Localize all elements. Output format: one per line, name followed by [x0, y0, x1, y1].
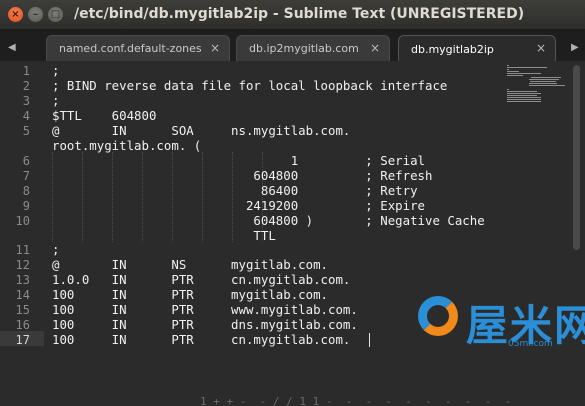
tab-label: named.conf.default-zones — [59, 42, 202, 55]
line-number: 5 — [22, 124, 30, 138]
code-line: $TTL 604800 — [52, 108, 157, 123]
vertical-scrollbar[interactable] — [573, 65, 580, 250]
minimize-window-button[interactable]: – — [28, 7, 43, 22]
code-line: ; BIND reverse data file for local loopb… — [52, 78, 448, 93]
line-number: 15 — [15, 303, 30, 317]
code-line: ; — [52, 242, 60, 257]
line-number: 4 — [22, 109, 30, 123]
line-number: 10 — [15, 214, 30, 228]
line-number: 7 — [22, 169, 30, 183]
code-line: @ IN NS mygitlab.com. — [52, 257, 329, 272]
line-number: 12 — [15, 258, 30, 272]
tab-scroll-left-icon[interactable]: ◀ — [8, 42, 16, 53]
code-line: ; — [52, 63, 60, 78]
line-number: 14 — [15, 288, 30, 302]
tab-label: db.ip2mygitlab.com — [249, 42, 359, 55]
close-window-button[interactable]: × — [8, 7, 23, 22]
watermark-logo-icon — [418, 296, 458, 336]
code-line-wrapped: root.mygitlab.com. ( — [52, 138, 202, 153]
line-number-current: 17 — [15, 333, 30, 347]
code-line-current: 100 IN PTR cn.mygitlab.com. — [52, 332, 351, 347]
code-line: 86400 ; Retry — [52, 183, 418, 198]
line-number: 3 — [22, 94, 30, 108]
line-number: 8 — [22, 184, 30, 198]
line-number: 1 — [22, 64, 30, 78]
close-icon: × — [11, 8, 20, 20]
tab-db-ip2mygitlab-com[interactable]: db.ip2mygitlab.com × — [236, 35, 390, 61]
text-cursor — [369, 333, 370, 347]
code-line: 604800 ) ; Negative Cache — [52, 213, 485, 228]
line-number: 16 — [15, 318, 30, 332]
line-number: 11 — [15, 243, 30, 257]
maximize-icon: □ — [50, 8, 61, 20]
minimap[interactable] — [505, 63, 569, 103]
tab-bar: ◀ named.conf.default-zones × db.ip2mygit… — [0, 30, 585, 62]
code-line: 100 IN PTR mygitlab.com. — [52, 287, 329, 302]
code-line: 604800 ; Refresh — [52, 168, 433, 183]
title-bar: × – □ /etc/bind/db.mygitlab2ip - Sublime… — [0, 0, 585, 30]
line-number: 6 — [22, 154, 30, 168]
code-line: 100 IN PTR dns.mygitlab.com. — [52, 317, 358, 332]
line-number: 2 — [22, 79, 30, 93]
tab-scroll-right-icon[interactable]: ▶ — [571, 42, 579, 53]
tab-close-icon[interactable]: × — [536, 41, 546, 55]
window-title: /etc/bind/db.mygitlab2ip - Sublime Text … — [74, 6, 525, 22]
tab-close-icon[interactable]: × — [210, 41, 220, 55]
tab-close-icon[interactable]: × — [370, 41, 380, 55]
code-line: @ IN SOA ns.mygitlab.com. — [52, 123, 351, 138]
code-line: 2419200 ; Expire — [52, 198, 425, 213]
line-number-gutter: 1 2 3 4 5 6 7 8 9 10 11 12 13 14 15 16 1… — [0, 61, 44, 406]
code-line: 1 ; Serial — [52, 153, 425, 168]
watermark-url: 05mi.com — [508, 339, 553, 349]
minimize-icon: – — [33, 8, 38, 20]
tab-named-conf-default-zones[interactable]: named.conf.default-zones × — [46, 35, 230, 61]
tab-label: db.mygitlab2ip — [411, 42, 494, 56]
line-number: 9 — [22, 199, 30, 213]
maximize-window-button[interactable]: □ — [48, 7, 63, 22]
code-line: 100 IN PTR www.mygitlab.com. — [52, 302, 358, 317]
tab-db-mygitlab2ip[interactable]: db.mygitlab2ip × — [398, 35, 556, 62]
code-line: ; — [52, 93, 60, 108]
code-line: 1.0.0 IN PTR cn.mygitlab.com. — [52, 272, 351, 287]
code-line-wrapped: TTL — [52, 228, 276, 243]
line-number: 13 — [15, 273, 30, 287]
watermark: 屋米网 05mi.com — [412, 290, 585, 406]
